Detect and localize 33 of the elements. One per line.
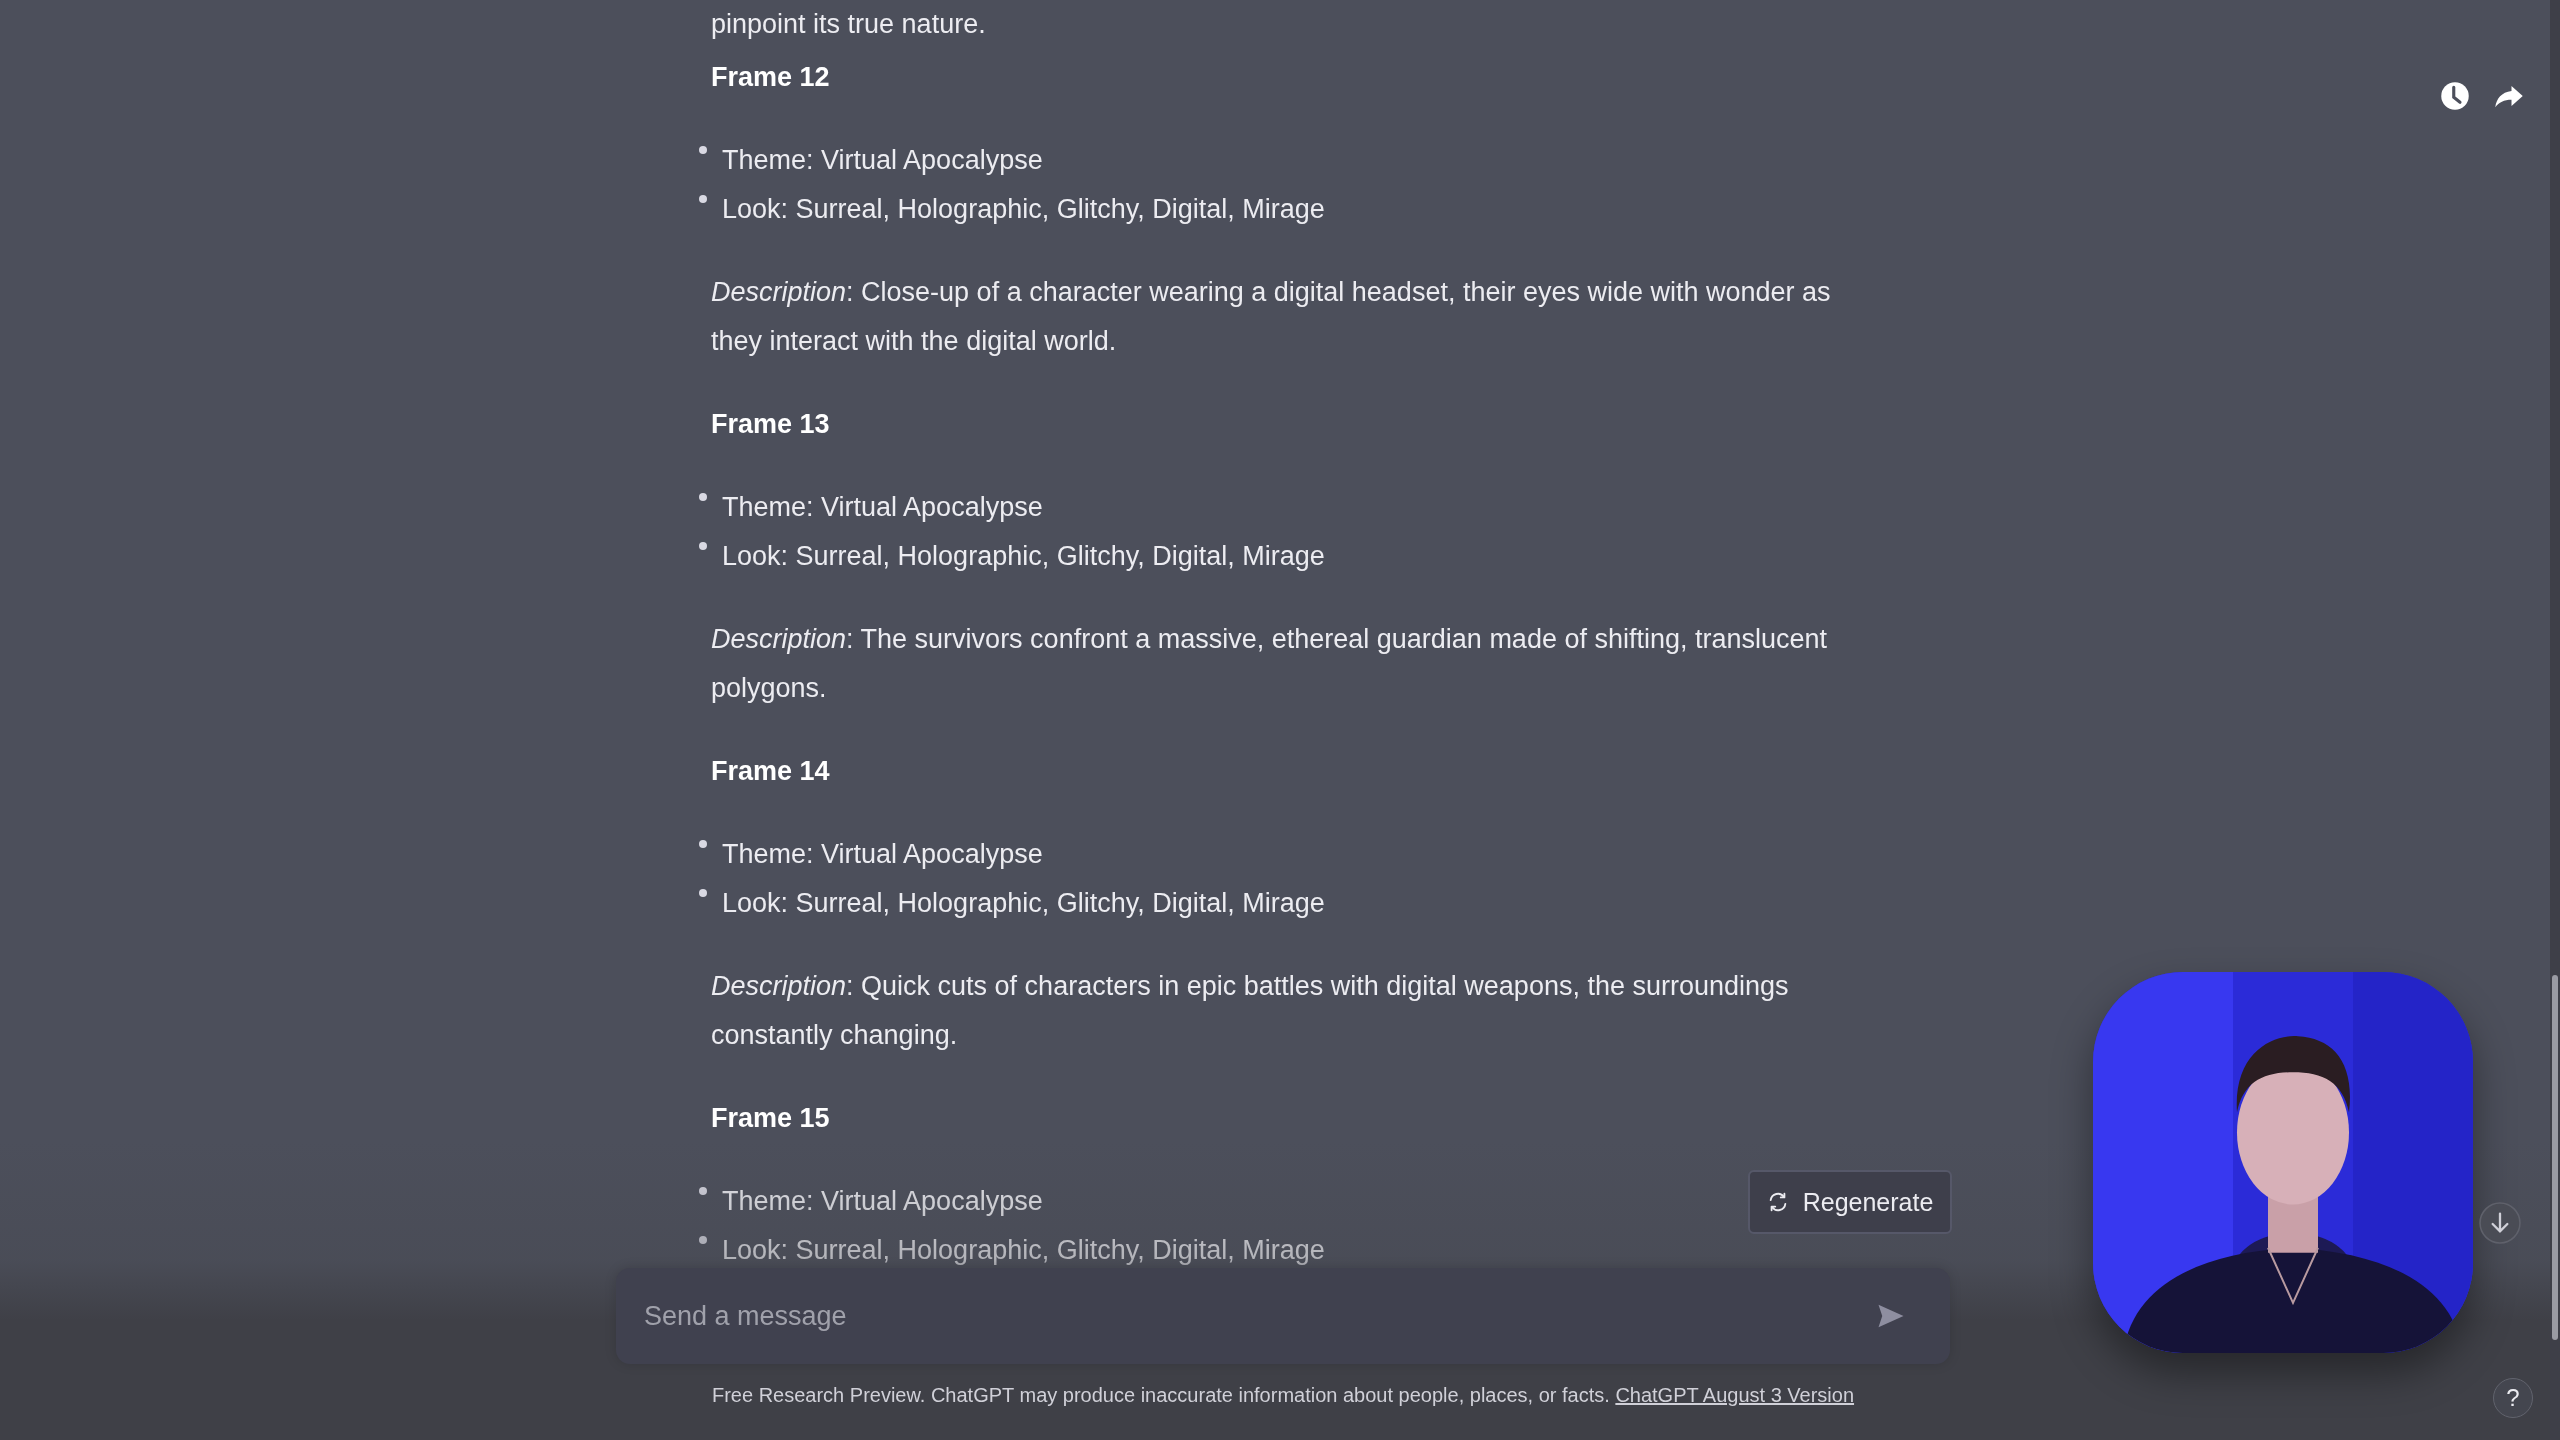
list-item-text: Theme: Virtual Apocalypse [721,838,1043,871]
help-button[interactable]: ? [2493,1378,2533,1418]
description-text: Description: Close-up of a character wearing a digital headset, their eyes wide with wonder as they interact with the digital world. [711,276,1832,358]
regenerate-button[interactable]: Regenerate [1748,1170,1952,1234]
bullet-icon [699,1236,707,1244]
bullet-icon [699,195,707,203]
frame-heading: Frame 13 [711,408,831,441]
bullet-icon [699,542,707,550]
list-item-text: Look: Surreal, Holographic, Glitchy, Digital, Mirage [721,1234,1325,1267]
list-item-text: Theme: Virtual Apocalypse [721,491,1043,524]
bullet-icon [699,146,707,154]
bullet-icon [699,889,707,897]
description-text: Description: Quick cuts of characters in epic battles with digital weapons, the surroundings constantly changing. [711,970,1790,1052]
message-text: pinpoint its true nature. [711,8,987,41]
frame-heading: Frame 15 [711,1102,831,1135]
list-item-text: Look: Surreal, Holographic, Glitchy, Digital, Mirage [721,887,1325,920]
clock-icon[interactable] [2440,81,2470,111]
version-link[interactable]: ChatGPT August 3 Version [1615,1384,1855,1406]
list-item-text: Look: Surreal, Holographic, Glitchy, Digital, Mirage [721,540,1325,573]
message-input[interactable]: Send a message [642,1299,1876,1333]
scroll-down-icon[interactable] [2479,1202,2521,1244]
bullet-icon [699,840,707,848]
list-item-text: Theme: Virtual Apocalypse [721,1185,1043,1218]
list-item-text: Look: Surreal, Holographic, Glitchy, Digital, Mirage [721,193,1325,226]
message-field[interactable]: Send a message [616,1268,1950,1364]
bullet-icon [699,1187,707,1195]
frame-heading: Frame 14 [711,755,831,788]
frame-heading: Frame 12 [711,61,831,94]
scrollbar-thumb[interactable] [2552,975,2558,1340]
disclaimer-text: Free Research Preview. ChatGPT may produce inaccurate information about people, places, or facts. ChatGPT August 3 Version [711,1384,1855,1407]
list-item-text: Theme: Virtual Apocalypse [721,144,1043,177]
bullet-icon [699,493,707,501]
description-text: Description: The survivors confront a massive, ethereal guardian made of shifting, translucent polygons. [711,623,1829,705]
